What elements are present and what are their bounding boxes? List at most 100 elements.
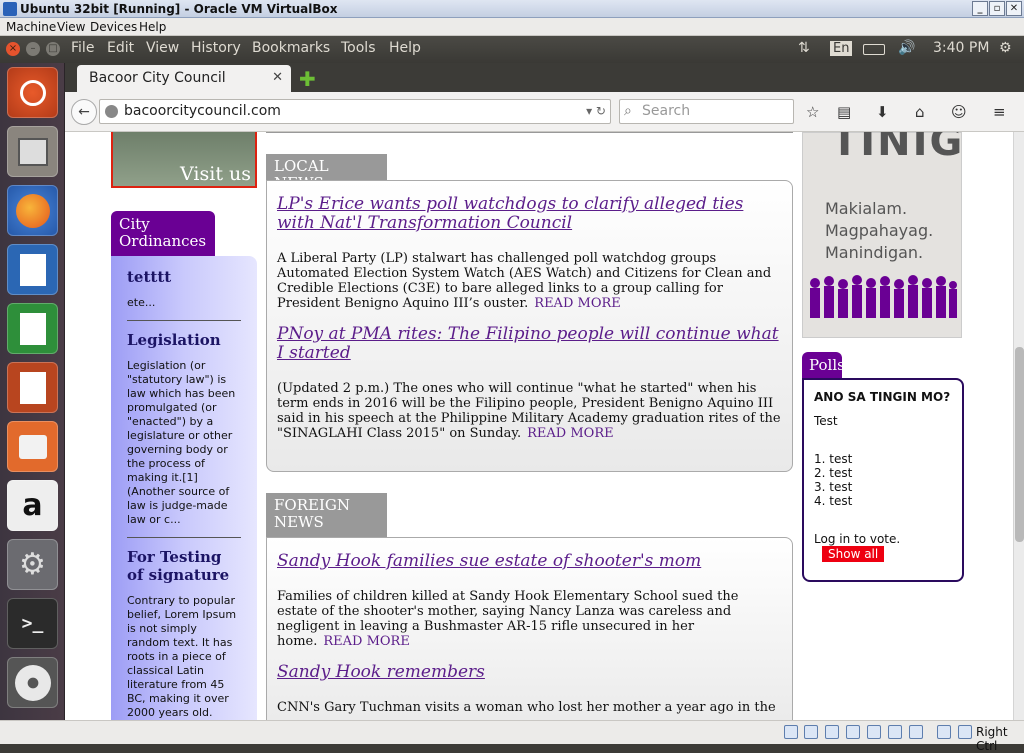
menu-history[interactable]: History — [191, 40, 241, 56]
close-tab-icon[interactable]: ✕ — [272, 65, 283, 91]
volume-icon[interactable]: 🔊 — [898, 40, 915, 56]
ubuntu-logo-icon[interactable] — [7, 67, 58, 118]
optical-drive-icon[interactable] — [804, 725, 818, 739]
divider — [127, 320, 241, 321]
navigation-toolbar: ← bacoorcitycouncil.com ▾ ↻ ⌕ Search ☆ ▤… — [65, 92, 1024, 132]
menu-bookmarks[interactable]: Bookmarks — [252, 40, 330, 56]
menu-machine[interactable]: Machine — [6, 20, 56, 34]
firefox-icon[interactable] — [7, 185, 58, 236]
close-window-icon[interactable]: × — [6, 42, 20, 56]
back-arrow-icon[interactable]: ← — [71, 99, 97, 125]
menu-view[interactable]: View — [57, 20, 85, 34]
poll-widget: ANO SA TINGIN MO? Test 1. test 2. test 3… — [802, 378, 964, 582]
read-more-link[interactable]: READ MORE — [534, 296, 620, 311]
poll-option: 3. test — [814, 480, 853, 494]
ordinance-text: ete... — [127, 296, 156, 309]
dvd-icon[interactable] — [7, 657, 58, 708]
terminal-icon[interactable]: >_ — [7, 598, 58, 649]
slogan-line: Makialam. — [825, 199, 908, 218]
close-icon[interactable]: ✕ — [1006, 1, 1022, 16]
visit-us-label: Visit us — [180, 163, 251, 185]
amazon-icon[interactable]: a — [7, 480, 58, 531]
reload-icon[interactable]: ▾ ↻ — [586, 100, 606, 123]
globe-icon — [105, 105, 118, 118]
ordinance-text: Contrary to popular belief, Lorem Ipsum … — [127, 594, 237, 719]
menu-help[interactable]: Help — [139, 20, 166, 34]
ordinance-title[interactable]: tetttt — [127, 268, 241, 286]
system-settings-icon[interactable]: ⚙ — [7, 539, 58, 590]
maximize-icon[interactable]: ▫ — [989, 1, 1005, 16]
network-adapter-icon[interactable] — [846, 725, 860, 739]
scrollbar-thumb[interactable] — [1015, 347, 1024, 542]
ordinance-title[interactable]: For Testing of signature — [127, 548, 241, 584]
news-article: PNoy at PMA rites: The Filipino people w… — [277, 325, 782, 442]
login-to-vote-link[interactable]: Log in to vote. — [814, 532, 900, 546]
search-placeholder: Search — [642, 103, 691, 119]
files-icon[interactable] — [7, 126, 58, 177]
banner-slogan: Makialam. Magpahayag. Manindigan. — [825, 198, 933, 264]
keyboard-layout[interactable]: En — [830, 41, 853, 56]
article-title-link[interactable]: LP's Erice wants poll watchdogs to clari… — [277, 195, 782, 233]
url-bar[interactable]: bacoorcitycouncil.com ▾ ↻ — [99, 99, 611, 124]
url-text: bacoorcitycouncil.com — [124, 103, 281, 119]
slogan-line: Manindigan. — [825, 243, 924, 262]
article-body: A Liberal Party (LP) stalwart has challe… — [277, 251, 772, 311]
ordinance-title[interactable]: Legislation — [127, 331, 241, 349]
article-title-link[interactable]: Sandy Hook families sue estate of shoote… — [277, 552, 782, 571]
polls-tab: Polls — [802, 352, 845, 378]
show-all-button[interactable]: Show all — [822, 546, 885, 562]
display-icon[interactable] — [888, 725, 902, 739]
host-key-label: Right Ctrl — [976, 725, 1008, 753]
network-icon[interactable]: ⇅ — [798, 40, 810, 56]
chat-icon[interactable]: ☺ — [951, 103, 967, 121]
menu-edit[interactable]: Edit — [107, 40, 134, 56]
calc-icon[interactable] — [7, 303, 58, 354]
news-article: Sandy Hook families sue estate of shoote… — [277, 552, 782, 650]
article-title-link[interactable]: Sandy Hook remembers — [277, 663, 782, 682]
menu-devices[interactable]: Devices — [90, 20, 137, 34]
menu-file[interactable]: File — [71, 40, 94, 56]
new-tab-icon[interactable]: ✚ — [299, 67, 316, 91]
read-more-link[interactable]: READ MORE — [323, 634, 409, 649]
poll-question: ANO SA TINGIN MO? — [814, 390, 951, 404]
download-icon[interactable]: ⬇ — [876, 103, 889, 121]
video-capture-icon[interactable] — [909, 725, 923, 739]
search-input[interactable]: ⌕ Search — [619, 99, 794, 124]
restore-window-icon[interactable]: □ — [46, 42, 60, 56]
foreign-news-box: Sandy Hook families sue estate of shoote… — [266, 537, 793, 720]
menu-view-ff[interactable]: View — [146, 40, 179, 56]
news-article: LP's Erice wants poll watchdogs to clari… — [277, 195, 782, 312]
tinig-banner[interactable]: TINIG Makialam. Magpahayag. Manindigan. — [802, 132, 962, 338]
battery-icon[interactable] — [863, 44, 885, 55]
vbox-menubar: Machine View Devices Help — [0, 18, 1024, 36]
usb-icon[interactable] — [825, 725, 839, 739]
minimize-window-icon[interactable]: – — [26, 42, 40, 56]
banner-headline: TINIG — [831, 132, 965, 165]
poll-option: 2. test — [814, 466, 853, 480]
read-more-link[interactable]: READ MORE — [527, 426, 613, 441]
clock[interactable]: 3:40 PM — [933, 40, 989, 56]
vbox-titlebar: Ubuntu 32bit [Running] - Oracle VM Virtu… — [0, 0, 1024, 18]
article-title-link[interactable]: PNoy at PMA rites: The Filipino people w… — [277, 325, 782, 363]
tab-bacoor-city-council[interactable]: Bacoor City Council ✕ — [77, 65, 291, 92]
reading-list-icon[interactable]: ▤ — [837, 103, 851, 121]
impress-icon[interactable] — [7, 362, 58, 413]
shared-folders-icon[interactable] — [867, 725, 881, 739]
mouse-integration-icon[interactable] — [937, 725, 951, 739]
window-title: Ubuntu 32bit [Running] - Oracle VM Virtu… — [20, 2, 338, 16]
vbox-statusbar: Right Ctrl — [0, 720, 1024, 753]
home-icon[interactable]: ⌂ — [915, 103, 925, 121]
minimize-icon[interactable]: _ — [972, 1, 988, 16]
hamburger-menu-icon[interactable]: ≡ — [993, 103, 1006, 121]
menu-help-ff[interactable]: Help — [389, 40, 421, 56]
page-scrollbar[interactable] — [1013, 132, 1024, 720]
menu-tools[interactable]: Tools — [341, 40, 376, 56]
hdd-icon[interactable] — [784, 725, 798, 739]
crowd-silhouette-icon — [810, 275, 957, 318]
software-center-icon[interactable] — [7, 421, 58, 472]
bookmark-star-icon[interactable]: ☆ — [806, 103, 819, 121]
visit-us-banner[interactable]: Visit us — [111, 132, 257, 188]
keyboard-capture-icon[interactable] — [958, 725, 972, 739]
settings-gear-icon[interactable]: ⚙ — [999, 40, 1012, 56]
writer-icon[interactable] — [7, 244, 58, 295]
